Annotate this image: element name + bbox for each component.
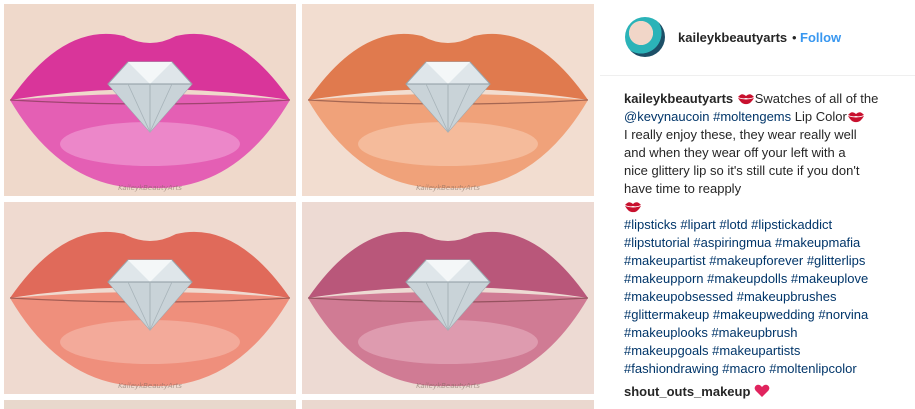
comment-username[interactable]: shout_outs_makeup [624,384,750,399]
post-caption: kaileykbeautyarts Swatches of all of the… [624,90,909,378]
hashtag-line[interactable]: #lipstutorial #aspiringmua #makeupmafia [624,234,909,252]
caption-text: I really enjoy these, they wear really w… [624,127,857,142]
caption-text: Lip Color [794,109,847,124]
lip-swatch-photo-partial [302,400,594,409]
caption-text: and when they wear off your left with a [624,145,846,160]
post-header: kaileykbeautyarts • Follow [600,0,915,76]
hashtag-line[interactable]: #makeupgoals #makeupartists [624,342,909,360]
caption-author[interactable]: kaileykbeautyarts [624,91,733,106]
hashtag-line[interactable]: #makeuplooks #makeupbrush [624,324,909,342]
mention-link[interactable]: @kevynaucoin [624,109,709,124]
photo-watermark: KaileykBeautyArts [118,382,182,390]
lip-swatch-photo-mauve[interactable]: KaileykBeautyArts [302,202,594,394]
lip-swatch-photo-coral[interactable]: KaileykBeautyArts [4,202,296,394]
post-sidebar: kaileykbeautyarts • Follow kaileykbeauty… [600,0,915,409]
hashtag-list: #lipsticks #lipart #lotd #lipstickaddict… [624,216,909,378]
photo-watermark: KaileykBeautyArts [416,382,480,390]
hashtag-line[interactable]: #makeupporn #makeupdolls #makeuplove [624,270,909,288]
photo-watermark: KaileykBeautyArts [416,184,480,192]
separator-dot: • [792,30,797,45]
caption-text: nice glittery lip so it's still cute if … [624,163,860,178]
hashtag-line[interactable]: #fashiondrawing #macro #moltenlipcolor [624,360,909,378]
lip-swatch-photo-orange[interactable]: KaileykBeautyArts [302,4,594,196]
photo-watermark: KaileykBeautyArts [118,184,182,192]
avatar[interactable] [625,17,665,57]
lip-swatch-photo-partial [4,400,296,409]
post-photo-grid[interactable]: KaileykBeautyArts KaileykBeautyArts Kail… [0,0,600,409]
lip-swatch-photo-pink[interactable]: KaileykBeautyArts [4,4,296,196]
header-username[interactable]: kaileykbeautyarts [678,30,787,45]
caption-text: Swatches of all of the [754,91,879,106]
hashtag-line[interactable]: #glittermakeup #makeupwedding #norvina [624,306,909,324]
follow-button[interactable]: Follow [800,30,841,45]
comment-row: shout_outs_makeup [624,383,770,403]
red-heart-icon [754,384,770,403]
hashtag-line[interactable]: #makeupobsessed #makeupbrushes [624,288,909,306]
caption-text: have time to reapply [624,181,742,196]
hashtag-link[interactable]: #moltengems [713,109,791,124]
hashtag-line[interactable]: #makeupartist #makeupforever #glitterlip… [624,252,909,270]
hashtag-line[interactable]: #lipsticks #lipart #lotd #lipstickaddict [624,216,909,234]
